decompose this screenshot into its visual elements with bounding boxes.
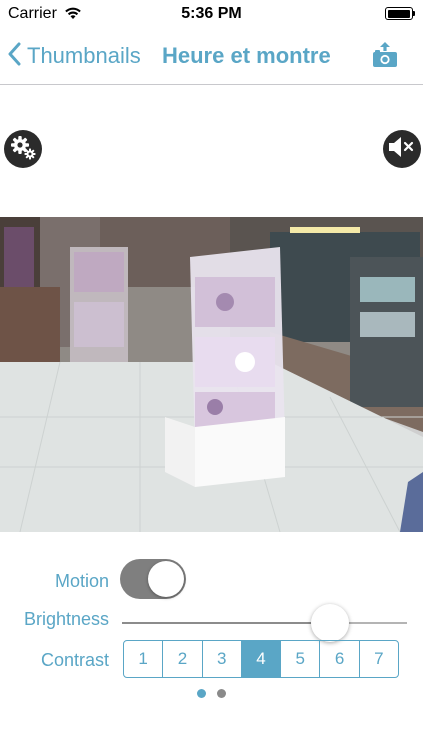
contrast-option-1[interactable]: 1 xyxy=(124,641,164,677)
back-button-label: Thumbnails xyxy=(27,43,141,68)
brightness-slider-fill xyxy=(122,622,331,624)
share-camera-icon[interactable] xyxy=(371,41,399,73)
speaker-muted-icon xyxy=(387,134,417,165)
contrast-label: Contrast xyxy=(40,650,109,670)
contrast-segmented-control: 1234567 xyxy=(123,640,399,678)
contrast-option-6[interactable]: 6 xyxy=(320,641,360,677)
contrast-option-4[interactable]: 4 xyxy=(241,641,282,677)
status-bar: Carrier 5:36 PM xyxy=(0,0,423,28)
page-indicator xyxy=(0,689,423,698)
brightness-slider-thumb[interactable] xyxy=(311,604,350,642)
contrast-option-3[interactable]: 3 xyxy=(203,641,242,677)
motion-toggle-knob xyxy=(148,561,184,597)
page-dot-1[interactable] xyxy=(197,689,206,698)
contrast-option-2[interactable]: 2 xyxy=(163,641,203,677)
clock-time: 5:36 PM xyxy=(181,5,242,22)
motion-toggle[interactable] xyxy=(120,559,186,599)
motion-label: Motion xyxy=(54,571,109,591)
gear-icon xyxy=(9,133,37,166)
page-title: Heure et montre xyxy=(162,43,331,68)
mute-button[interactable] xyxy=(383,130,421,168)
navigation-bar: Thumbnails Heure et montre xyxy=(0,28,423,85)
brightness-label: Brightness xyxy=(23,609,109,629)
chevron-left-icon xyxy=(8,42,27,71)
contrast-option-5[interactable]: 5 xyxy=(281,641,321,677)
back-button[interactable]: Thumbnails xyxy=(8,40,141,72)
page-dot-2[interactable] xyxy=(217,689,226,698)
brightness-slider[interactable] xyxy=(122,604,407,642)
battery-icon xyxy=(385,7,415,20)
camera-feed[interactable] xyxy=(0,217,423,532)
contrast-option-7[interactable]: 7 xyxy=(360,641,398,677)
settings-button[interactable] xyxy=(4,130,42,168)
